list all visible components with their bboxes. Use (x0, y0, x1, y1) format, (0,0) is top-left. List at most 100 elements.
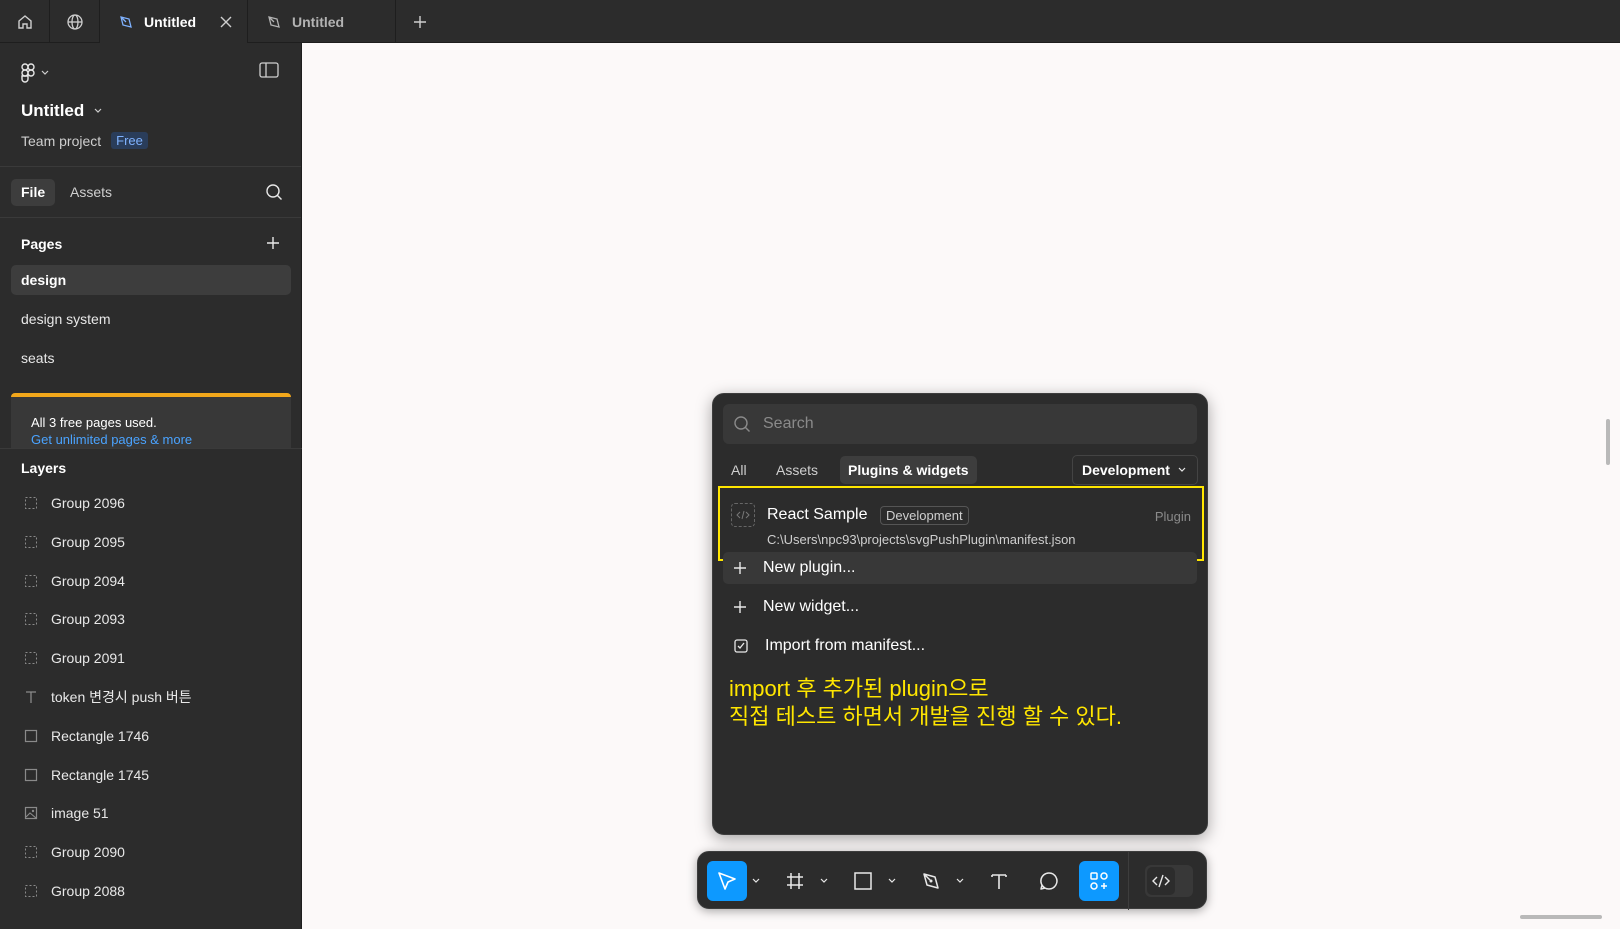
import-manifest-button[interactable]: Import from manifest... (723, 630, 1197, 662)
chevron-down-icon (888, 878, 896, 883)
tab-assets[interactable]: Assets (768, 456, 826, 484)
text-icon (991, 874, 1007, 889)
comment-icon (1040, 872, 1058, 890)
globe-icon (66, 13, 83, 30)
new-plugin-button[interactable]: New plugin... (723, 552, 1197, 584)
page-item-design[interactable]: design (11, 265, 291, 295)
file-name-button[interactable]: Untitled (21, 101, 102, 121)
move-tool-menu[interactable] (751, 876, 761, 886)
layer-row[interactable]: Group 2096 (21, 492, 125, 514)
new-widget-button[interactable]: New widget... (723, 591, 1197, 623)
shape-tool-menu[interactable] (887, 876, 897, 886)
horizontal-scrollbar[interactable] (1520, 915, 1602, 919)
resources-search[interactable] (723, 404, 1197, 444)
search-icon (734, 416, 750, 432)
sidebar-icon (259, 62, 279, 78)
plugin-type: Plugin (1154, 509, 1191, 524)
layer-row[interactable]: Rectangle 1745 (21, 764, 149, 786)
annotation-line-2: 직접 테스트 하면서 개발을 진행 할 수 있다. (729, 704, 1122, 729)
project-name[interactable]: Team project (21, 133, 101, 149)
layers-heading: Layers (21, 460, 67, 476)
tab-untitled-active[interactable]: Untitled (100, 0, 248, 43)
group-icon (21, 571, 41, 591)
plugin-result-item[interactable]: React Sample Development Plugin C:\Users… (718, 486, 1204, 561)
annotation-line-1: import 후 추가된 plugin으로 (729, 676, 989, 701)
filter-dropdown[interactable]: Development (1072, 455, 1198, 485)
move-tool-button[interactable] (707, 861, 747, 901)
page-item-seats[interactable]: seats (11, 343, 291, 373)
rectangle-icon (21, 726, 41, 746)
page-item-design-system[interactable]: design system (11, 304, 291, 334)
divider (0, 448, 302, 449)
community-button[interactable] (50, 0, 100, 43)
layer-row[interactable]: Group 2093 (21, 608, 125, 630)
chevron-down-icon (41, 70, 49, 75)
tab-untitled[interactable]: Untitled (248, 0, 396, 43)
layer-name: Group 2093 (51, 611, 125, 628)
add-page-button[interactable] (266, 236, 280, 250)
layer-name: image 51 (51, 805, 109, 822)
filter-dropdown-value: Development (1082, 462, 1170, 478)
layer-row[interactable]: Group 2091 (21, 647, 125, 669)
vertical-scrollbar[interactable] (1606, 419, 1610, 465)
search-layers-button[interactable] (265, 183, 283, 201)
layer-row[interactable]: Rectangle 1746 (21, 725, 149, 747)
annotation-text: import 후 추가된 plugin으로 직접 테스트 하면서 개발을 진행 … (729, 675, 1122, 731)
home-button[interactable] (0, 0, 50, 43)
tab-title: Untitled (292, 13, 345, 30)
tab-plugins-widgets[interactable]: Plugins & widgets (840, 456, 977, 484)
comment-tool-button[interactable] (1029, 861, 1069, 901)
canvas[interactable]: All Assets Plugins & widgets Development… (302, 43, 1620, 929)
plan-badge[interactable]: Free (111, 132, 148, 149)
upgrade-link[interactable]: Get unlimited pages & more (31, 432, 291, 447)
layer-name: Group 2090 (51, 844, 125, 861)
plus-icon (734, 562, 746, 574)
layer-row[interactable]: Group 2095 (21, 531, 125, 553)
plus-icon (414, 15, 426, 28)
sidebar-header: Untitled Team project Free (0, 43, 301, 167)
group-icon (21, 842, 41, 862)
group-icon (21, 532, 41, 552)
actions-tool-button[interactable] (1079, 861, 1119, 901)
layer-row[interactable]: token 변경시 push 버튼 (21, 686, 192, 708)
pen-file-icon (120, 15, 132, 28)
rectangle-tool-button[interactable] (843, 861, 883, 901)
tab-file[interactable]: File (11, 179, 56, 206)
file-name: Untitled (21, 101, 85, 120)
tab-bar: Untitled Untitled (0, 0, 1620, 43)
plugins-icon (1090, 872, 1108, 890)
group-icon (21, 648, 41, 668)
layer-name: Group 2095 (51, 533, 125, 550)
frame-tool-menu[interactable] (819, 876, 829, 886)
frame-icon (787, 873, 803, 889)
close-icon[interactable] (219, 15, 233, 29)
group-icon (21, 609, 41, 629)
import-manifest-label: Import from manifest... (765, 637, 926, 654)
new-tab-button[interactable] (396, 0, 444, 43)
layer-row[interactable]: Group 2094 (21, 570, 125, 592)
search-icon (266, 184, 282, 200)
tab-all[interactable]: All (723, 456, 755, 484)
dev-mode-knob (1147, 867, 1175, 895)
main-menu-button[interactable] (21, 63, 49, 83)
frame-tool-button[interactable] (775, 861, 815, 901)
dev-mode-toggle[interactable] (1145, 865, 1193, 897)
layer-row[interactable]: Group 2090 (21, 841, 125, 863)
layer-row[interactable]: image 51 (21, 802, 109, 824)
image-icon (21, 803, 41, 823)
pen-icon (923, 873, 939, 889)
rectangle-icon (854, 872, 872, 890)
layer-name: Group 2091 (51, 650, 125, 667)
pen-tool-menu[interactable] (955, 876, 965, 886)
tab-assets[interactable]: Assets (60, 179, 122, 206)
import-icon (734, 639, 748, 653)
pen-file-icon (268, 15, 280, 28)
text-icon (21, 687, 41, 707)
text-tool-button[interactable] (979, 861, 1019, 901)
toolbar-divider (1128, 852, 1129, 910)
layer-row[interactable]: Group 2088 (21, 880, 125, 902)
pen-tool-button[interactable] (911, 861, 951, 901)
group-icon (21, 493, 41, 513)
search-input[interactable] (763, 415, 1163, 433)
toggle-sidebar-button[interactable] (259, 62, 279, 78)
